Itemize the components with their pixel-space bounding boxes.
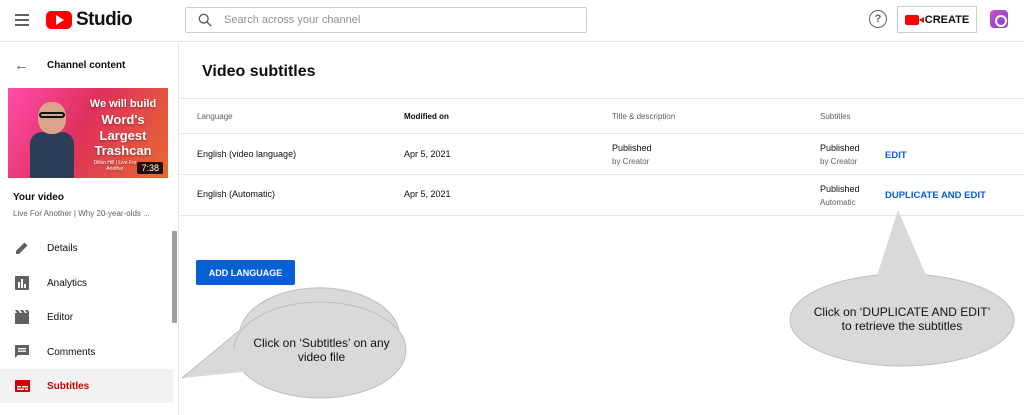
sidebar-item-comments[interactable]: Comments xyxy=(0,335,173,369)
thumbnail-person xyxy=(30,102,74,178)
left-callout-line1: Click on ‘Subtitles’ on any xyxy=(253,336,390,350)
sidebar-item-label: Comments xyxy=(47,346,96,358)
search-input[interactable] xyxy=(224,14,564,26)
video-title: Live For Another | Why 20-year-olds ... xyxy=(13,209,150,218)
divider xyxy=(180,215,1024,216)
right-callout-line1: Click on ‘DUPLICATE AND EDIT’ xyxy=(813,305,991,319)
help-icon[interactable]: ? xyxy=(869,10,887,28)
sidebar-item-label: Analytics xyxy=(47,277,88,289)
film-icon xyxy=(14,309,30,325)
divider xyxy=(180,98,1024,99)
row-subtitles-status: Published xyxy=(820,143,860,153)
duplicate-and-edit-link[interactable]: DUPLICATE AND EDIT xyxy=(885,190,986,201)
row-modified: Apr 5, 2021 xyxy=(404,189,451,199)
divider xyxy=(180,174,1024,175)
top-bar: Studio ? CREATE xyxy=(0,0,1024,42)
divider xyxy=(180,133,1024,134)
hamburger-menu-icon[interactable] xyxy=(10,8,34,32)
search-box[interactable] xyxy=(185,7,587,33)
thumbnail-text-3: Largest xyxy=(99,128,147,143)
bar-chart-icon xyxy=(14,275,30,291)
column-header-title-description: Title & description xyxy=(612,112,676,121)
row-subtitles-by: Automatic xyxy=(820,198,856,207)
video-thumbnail[interactable]: We will build Word's Largest Trashcan Di… xyxy=(8,88,168,178)
avatar[interactable] xyxy=(990,10,1008,28)
column-header-modified[interactable]: Modified on xyxy=(404,112,449,121)
column-header-language: Language xyxy=(197,112,233,121)
your-video-label: Your video xyxy=(13,192,64,203)
logo-text: Studio xyxy=(76,9,133,30)
right-callout-line2: to retrieve the subtitles xyxy=(841,319,963,333)
comment-icon xyxy=(14,344,30,360)
pencil-icon xyxy=(14,240,30,256)
sidebar-item-editor[interactable]: Editor xyxy=(0,300,173,334)
sidebar-scrollbar[interactable] xyxy=(172,231,177,323)
edit-subtitles-link[interactable]: EDIT xyxy=(885,150,907,161)
back-to-channel-content[interactable]: ← Channel content xyxy=(0,55,179,75)
video-duration: 7:38 xyxy=(137,162,163,174)
sidebar-item-details[interactable]: Details xyxy=(0,231,173,265)
row-subtitles-status: Published xyxy=(820,184,860,194)
sidebar-item-label: Editor xyxy=(47,311,74,323)
thumbnail-text-5: Dillon Hill | Live For Another xyxy=(93,160,137,172)
youtube-play-icon xyxy=(46,11,72,29)
back-label: Channel content xyxy=(47,59,126,71)
right-callout-text: Click on ‘DUPLICATE AND EDIT’ to retriev… xyxy=(792,305,1012,333)
add-language-button[interactable]: ADD LANGUAGE xyxy=(196,260,295,285)
thumbnail-text-2: Word's xyxy=(101,112,145,127)
row-language: English (Automatic) xyxy=(197,189,276,199)
left-callout-line2: video file xyxy=(297,350,346,364)
sidebar-item-label: Subtitles xyxy=(47,380,90,392)
row-title-status: Published xyxy=(612,143,652,153)
left-callout-text: Click on ‘Subtitles’ on any video file xyxy=(234,336,409,364)
row-modified: Apr 5, 2021 xyxy=(404,149,451,159)
search-icon xyxy=(198,13,212,27)
subtitles-icon xyxy=(14,378,30,394)
studio-logo[interactable]: Studio xyxy=(46,9,133,31)
sidebar: ← Channel content We will build Word's L… xyxy=(0,43,179,415)
row-title-by: by Creator xyxy=(612,157,650,166)
column-header-subtitles: Subtitles xyxy=(820,112,851,121)
video-camera-icon xyxy=(904,14,924,25)
sidebar-item-label: Details xyxy=(47,242,78,254)
back-arrow-icon[interactable]: ← xyxy=(14,57,29,74)
row-subtitles-by: by Creator xyxy=(820,157,858,166)
thumbnail-text-4: Trashcan xyxy=(94,143,152,158)
thumbnail-text-1: We will build xyxy=(89,98,157,110)
page-title: Video subtitles xyxy=(202,63,316,80)
create-label: CREATE xyxy=(924,13,970,26)
sidebar-item-analytics[interactable]: Analytics xyxy=(0,266,173,300)
row-language: English (video language) xyxy=(197,149,297,159)
sidebar-item-subtitles[interactable]: Subtitles xyxy=(0,369,173,403)
create-button[interactable]: CREATE xyxy=(897,6,977,33)
right-callout-tail xyxy=(875,210,928,282)
